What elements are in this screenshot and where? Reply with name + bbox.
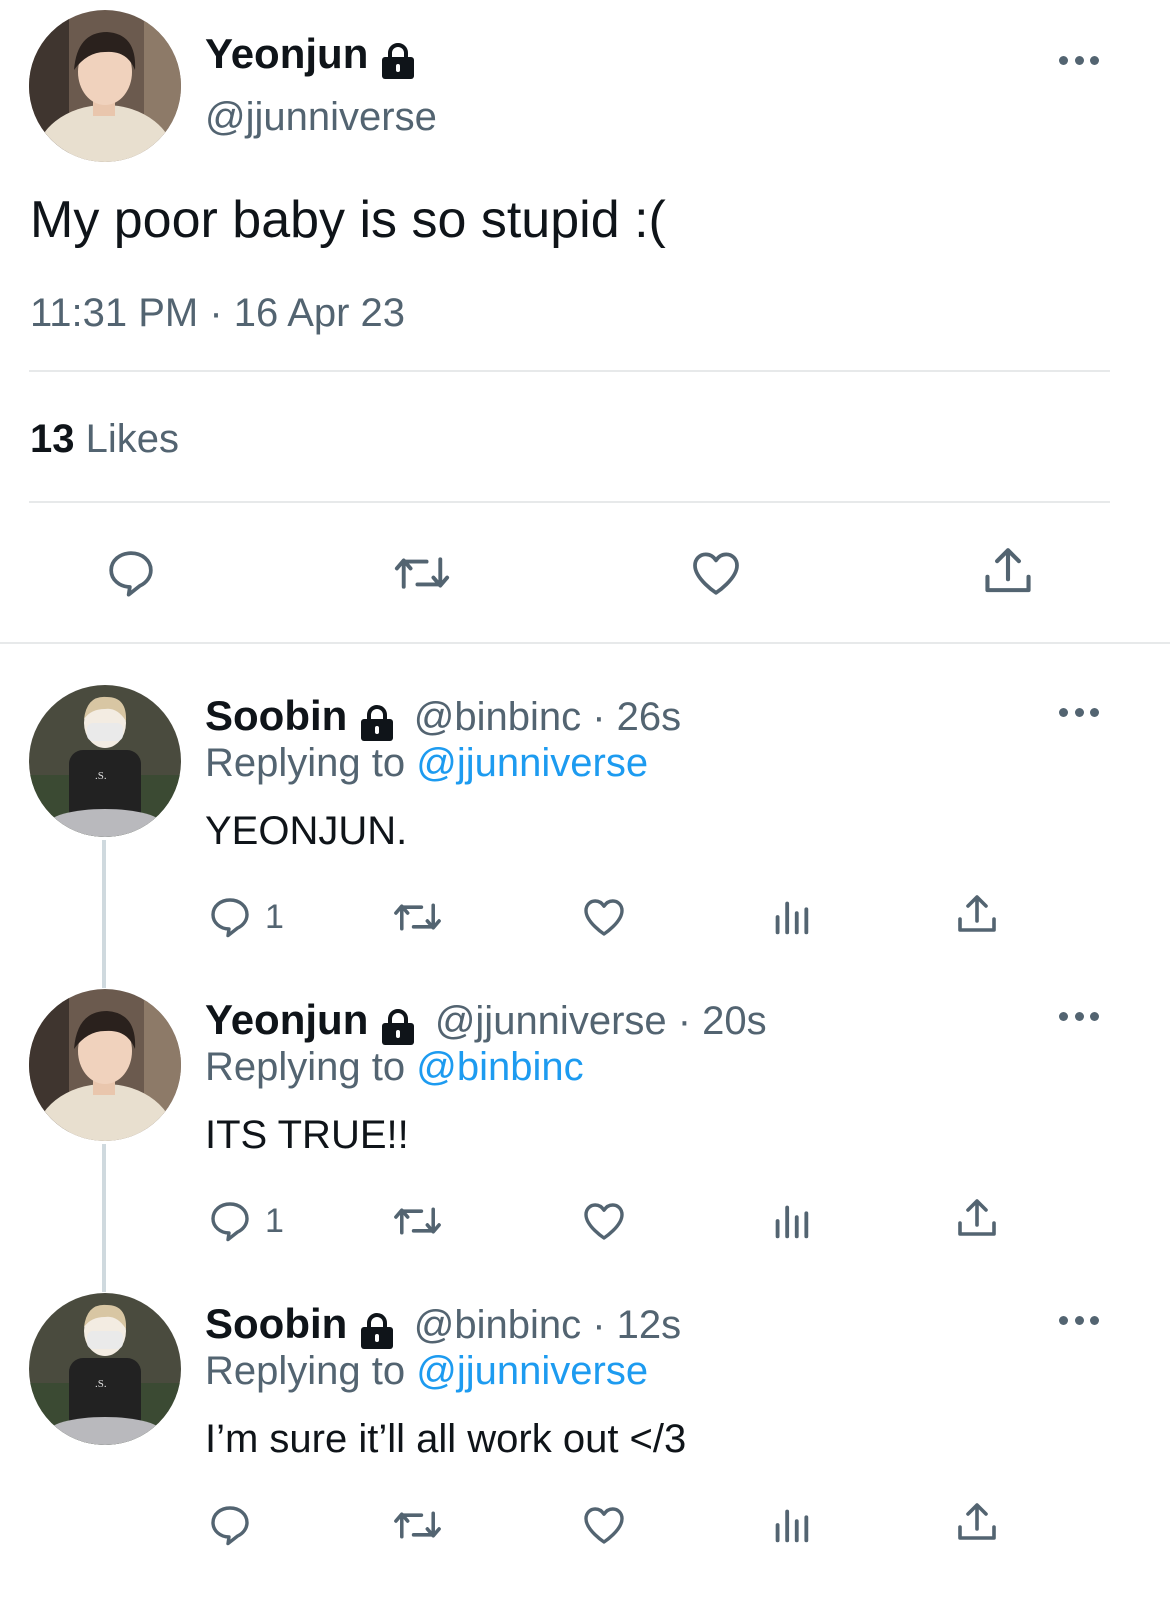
tweet-timestamp[interactable]: 11:31 PM · 16 Apr 23 [30,291,405,336]
replying-to-link[interactable]: @binbinc [416,1045,583,1089]
share-icon[interactable] [953,891,1001,939]
handle-time[interactable]: @binbinc · 12s [414,1303,681,1347]
views-icon[interactable] [768,1197,814,1245]
replying-prefix: Replying to [205,741,406,785]
heart-icon[interactable] [580,893,628,941]
display-name[interactable]: Yeonjun [205,996,368,1043]
handle-time[interactable]: @binbinc · 26s [414,695,681,739]
avatar-yeonjun[interactable] [29,989,181,1141]
divider [29,370,1110,372]
reply-icon[interactable] [206,1197,254,1245]
reply-text: ITS TRUE!! [205,1113,409,1157]
replying-prefix: Replying to [205,1349,406,1393]
replying-to-link[interactable]: @jjunniverse [416,741,648,785]
thread-line [102,840,106,988]
views-icon[interactable] [768,1501,814,1549]
heart-icon[interactable] [687,545,745,601]
retweet-icon[interactable] [390,545,454,601]
retweet-icon[interactable] [390,1501,445,1549]
avatar-soobin[interactable]: .S. [29,685,181,837]
handle-time[interactable]: @jjunniverse · 20s [435,999,767,1043]
more-icon[interactable] [1059,54,1099,66]
thread-line [102,1144,106,1292]
reply-icon[interactable] [206,893,254,941]
display-name[interactable]: Soobin [205,692,347,739]
retweet-icon[interactable] [390,1197,445,1245]
more-icon[interactable] [1059,1010,1099,1022]
heart-icon[interactable] [580,1501,628,1549]
more-icon[interactable] [1059,706,1099,718]
avatar-yeonjun[interactable] [29,10,181,162]
reply-text: YEONJUN. [205,809,408,853]
heart-icon[interactable] [580,1197,628,1245]
lock-icon [378,41,418,86]
likes-label: Likes [85,417,180,461]
replying-prefix: Replying to [205,1045,406,1089]
likes-stat[interactable]: 13 Likes [30,417,179,462]
display-name[interactable]: Soobin [205,1300,347,1347]
divider [29,501,1110,503]
reply-text: I’m sure it’ll all work out </3 [205,1417,687,1461]
display-name[interactable]: Yeonjun [205,30,368,77]
likes-count: 13 [30,417,75,461]
views-icon[interactable] [768,893,814,941]
section-divider [0,642,1170,644]
share-icon[interactable] [953,1499,1001,1547]
avatar-soobin[interactable]: .S. [29,1293,181,1445]
reply-count: 1 [265,898,284,936]
replying-to-link[interactable]: @jjunniverse [416,1349,648,1393]
more-icon[interactable] [1059,1314,1099,1326]
share-icon[interactable] [953,1195,1001,1243]
reply-icon[interactable] [206,1501,254,1549]
share-icon[interactable] [979,543,1037,601]
tweet-text: My poor baby is so stupid :( [30,191,666,249]
reply-icon[interactable] [103,545,159,601]
svg-text:.S.: .S. [95,770,107,782]
retweet-icon[interactable] [390,893,445,941]
reply-count: 1 [265,1202,284,1240]
user-handle[interactable]: @jjunniverse [205,95,437,140]
svg-text:.S.: .S. [95,1378,107,1390]
